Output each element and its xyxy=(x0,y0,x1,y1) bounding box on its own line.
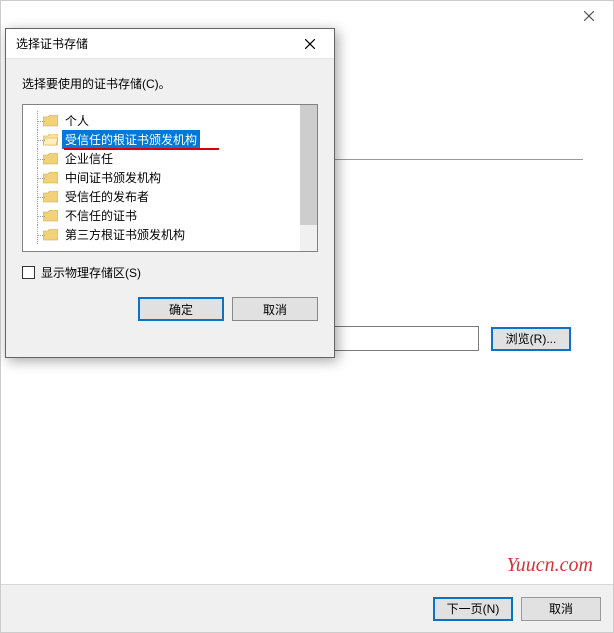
wizard-close-button[interactable] xyxy=(565,1,613,31)
folder-icon xyxy=(43,153,58,165)
folder-icon xyxy=(43,115,58,127)
tree-scrollbar-thumb[interactable] xyxy=(300,105,317,225)
modal-body: 选择要使用的证书存储(C)。 个人 受信任的根证书颁发机构 企业 xyxy=(6,59,334,291)
folder-icon xyxy=(43,191,58,203)
next-button[interactable]: 下一页(N) xyxy=(433,597,513,621)
modal-button-row: 确定 取消 xyxy=(6,297,334,337)
tree-list: 个人 受信任的根证书颁发机构 企业信任 中间证书颁发机构 xyxy=(23,105,317,250)
tree-item-label: 中间证书颁发机构 xyxy=(62,168,164,187)
tree-item-personal[interactable]: 个人 xyxy=(29,111,317,130)
tree-item-label: 不信任的证书 xyxy=(62,206,140,225)
watermark-text: Yuucn.com xyxy=(507,554,593,577)
tree-item-label: 受信任的根证书颁发机构 xyxy=(62,130,200,149)
tree-item-untrusted-certs[interactable]: 不信任的证书 xyxy=(29,206,317,225)
modal-instruction: 选择要使用的证书存储(C)。 xyxy=(22,75,318,92)
modal-titlebar: 选择证书存储 xyxy=(6,29,334,59)
modal-close-button[interactable] xyxy=(288,30,332,58)
modal-title: 选择证书存储 xyxy=(16,35,88,52)
tree-item-label: 个人 xyxy=(62,111,92,130)
certificate-store-tree: 个人 受信任的根证书颁发机构 企业信任 中间证书颁发机构 xyxy=(22,104,318,252)
tree-item-label: 企业信任 xyxy=(62,149,116,168)
wizard-footer: 下一页(N) 取消 xyxy=(1,584,613,632)
show-physical-stores-checkbox[interactable]: 显示物理存储区(S) xyxy=(22,264,318,281)
tree-item-trusted-root[interactable]: 受信任的根证书颁发机构 xyxy=(29,130,317,149)
tree-item-label: 第三方根证书颁发机构 xyxy=(62,225,188,244)
tree-item-trusted-publishers[interactable]: 受信任的发布者 xyxy=(29,187,317,206)
folder-icon xyxy=(43,210,58,222)
folder-icon xyxy=(43,172,58,184)
tree-scrollbar[interactable] xyxy=(300,105,317,251)
checkbox-label: 显示物理存储区(S) xyxy=(41,264,141,281)
tree-connector xyxy=(37,216,45,217)
tree-item-enterprise-trust[interactable]: 企业信任 xyxy=(29,149,317,168)
tree-connector xyxy=(37,159,45,160)
browse-button[interactable]: 浏览(R)... xyxy=(491,327,571,351)
checkbox-box xyxy=(22,266,35,279)
wizard-cancel-button[interactable]: 取消 xyxy=(521,597,601,621)
close-icon xyxy=(305,39,315,49)
close-icon xyxy=(584,11,594,21)
tree-connector xyxy=(37,197,45,198)
tree-connector xyxy=(37,121,45,122)
tree-connector xyxy=(37,235,45,236)
folder-open-icon xyxy=(43,134,58,146)
tree-connector xyxy=(37,178,45,179)
tree-item-label: 受信任的发布者 xyxy=(62,187,152,206)
ok-button[interactable]: 确定 xyxy=(138,297,224,321)
tree-item-intermediate-ca[interactable]: 中间证书颁发机构 xyxy=(29,168,317,187)
tree-item-third-party-root[interactable]: 第三方根证书颁发机构 xyxy=(29,225,317,244)
tree-connector xyxy=(37,140,45,141)
folder-icon xyxy=(43,229,58,241)
modal-cancel-button[interactable]: 取消 xyxy=(232,297,318,321)
select-certificate-store-dialog: 选择证书存储 选择要使用的证书存储(C)。 个人 受信任的根证书颁发机构 xyxy=(5,28,335,358)
